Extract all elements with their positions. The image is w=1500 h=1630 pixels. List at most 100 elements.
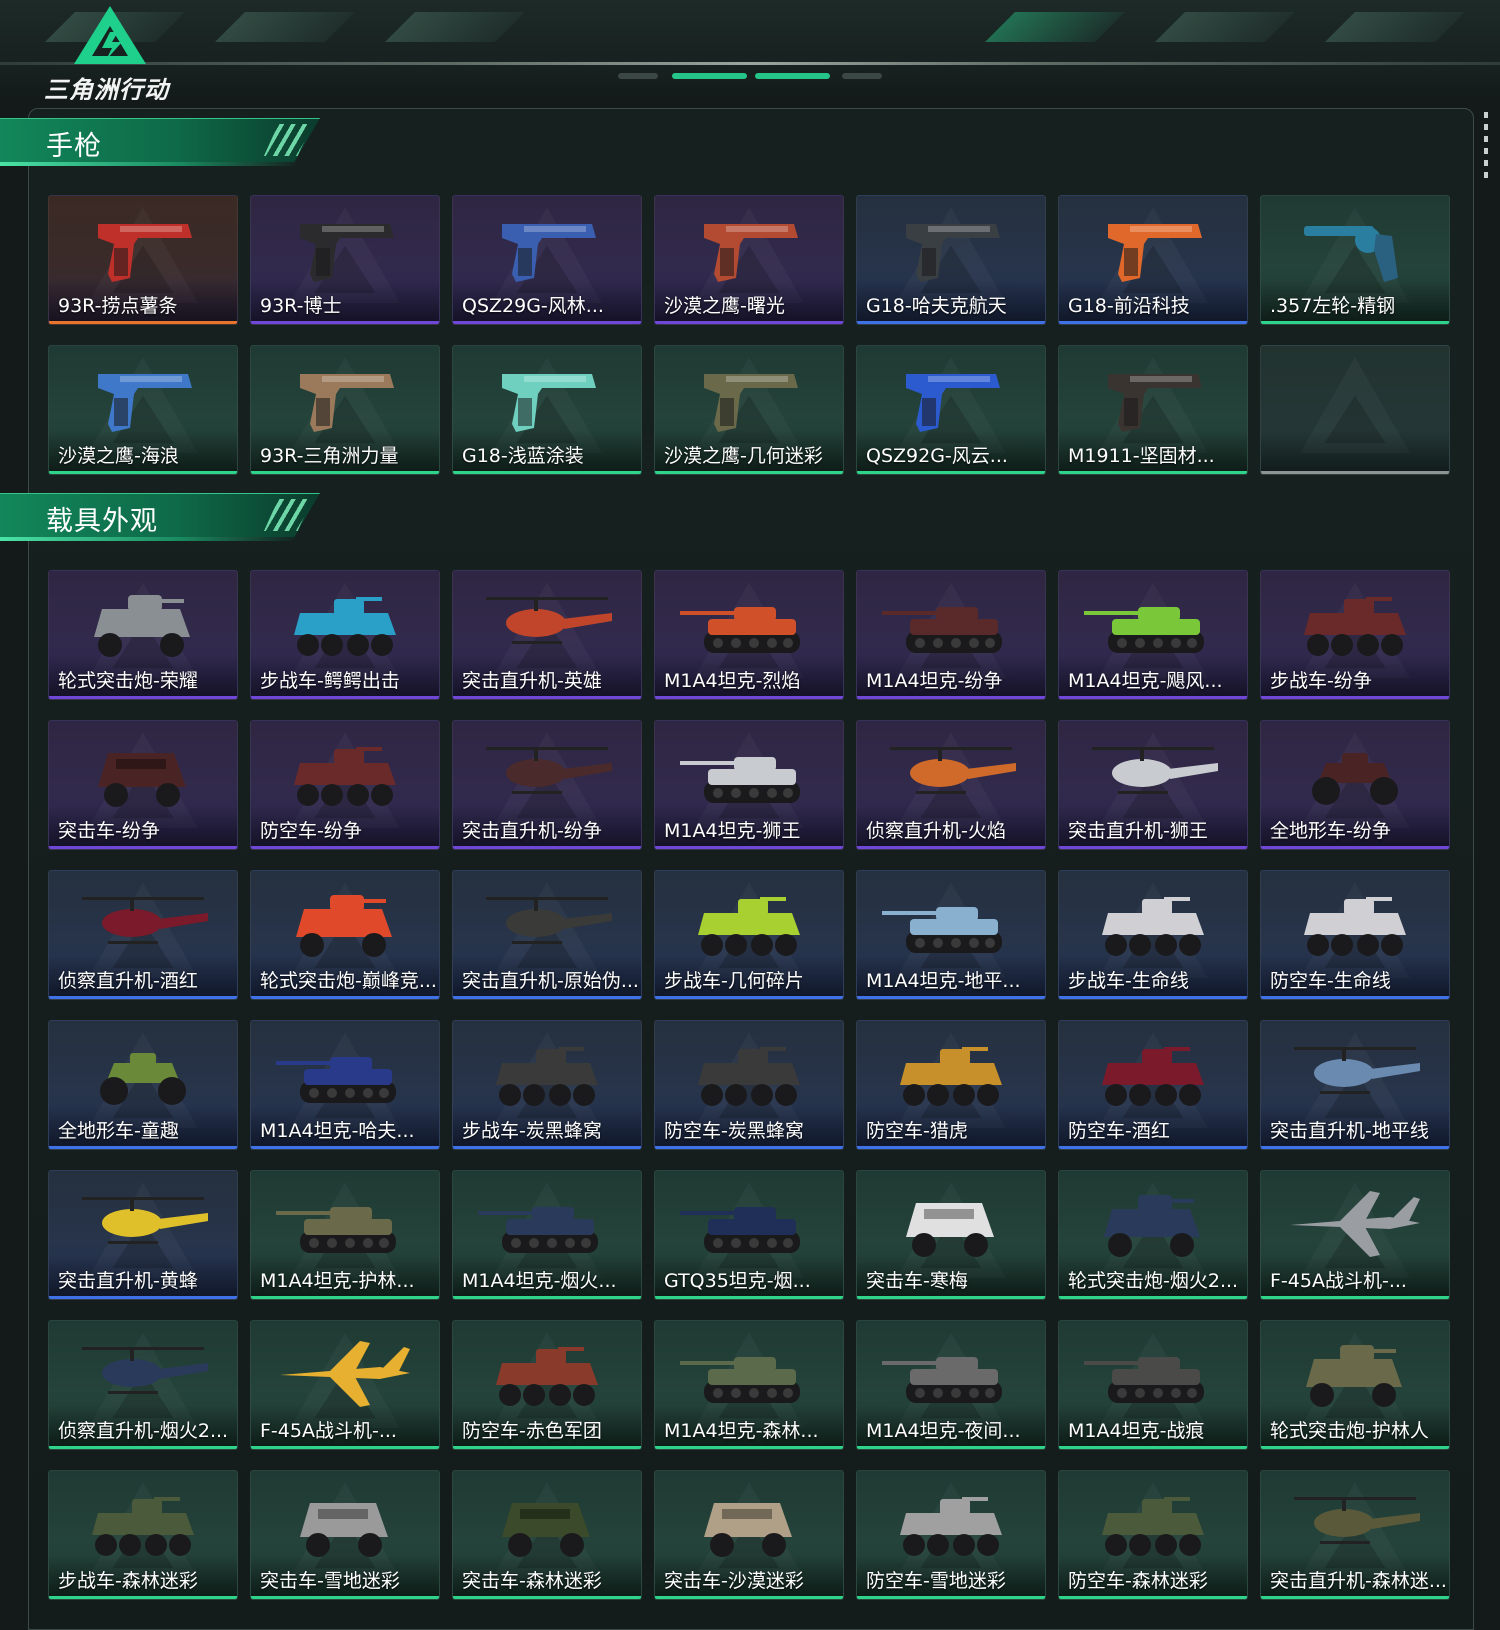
skin-name: 突击直升机-森林迷... <box>1270 1570 1447 1592</box>
rarity-bar <box>1059 471 1247 474</box>
skin-card[interactable]: 轮式突击炮-护林人 <box>1260 1320 1450 1450</box>
skin-card[interactable]: 93R-捞点薯条 <box>48 195 238 325</box>
skin-card[interactable]: 防空车-炭黑蜂窝 <box>654 1020 844 1150</box>
rarity-bar <box>655 996 843 999</box>
skin-card[interactable]: 步战车-生命线 <box>1058 870 1248 1000</box>
skin-name: M1A4坦克-地平... <box>866 970 1021 992</box>
delta-logo-icon <box>74 6 146 64</box>
skin-card[interactable]: 突击车-寒梅 <box>856 1170 1046 1300</box>
header-stripe <box>215 12 355 42</box>
logo-text: 三角洲行动 <box>44 76 169 100</box>
skin-name: 93R-博士 <box>260 295 342 317</box>
skin-card[interactable]: 突击直升机-原始伪... <box>452 870 642 1000</box>
skin-card[interactable]: .357左轮-精钢 <box>1260 195 1450 325</box>
skin-card[interactable]: M1A4坦克-战痕 <box>1058 1320 1248 1450</box>
skin-card[interactable]: F-45A战斗机-... <box>1260 1170 1450 1300</box>
skin-card[interactable]: 防空车-赤色军团 <box>452 1320 642 1450</box>
rarity-bar <box>453 321 641 324</box>
skin-card[interactable]: 全地形车-纷争 <box>1260 720 1450 850</box>
skin-card[interactable]: 步战车-炭黑蜂窝 <box>452 1020 642 1150</box>
rarity-bar <box>857 1446 1045 1449</box>
skin-card[interactable]: 全地形车-童趣 <box>48 1020 238 1150</box>
skin-card[interactable]: 防空车-纷争 <box>250 720 440 850</box>
skin-card[interactable]: QSZ29G-风林... <box>452 195 642 325</box>
skin-card[interactable]: 步战车-森林迷彩 <box>48 1470 238 1600</box>
top-header: 三角洲行动 <box>0 0 1500 100</box>
empty-skin-slot[interactable] <box>1260 345 1450 475</box>
skin-card[interactable]: 突击直升机-英雄 <box>452 570 642 700</box>
skin-card[interactable]: M1A4坦克-护林... <box>250 1170 440 1300</box>
section-title: 载具外观 <box>46 506 158 537</box>
skin-card[interactable]: GTQ35坦克-烟... <box>654 1170 844 1300</box>
skin-name: GTQ35坦克-烟... <box>664 1270 811 1292</box>
skin-card[interactable]: 突击车-纷争 <box>48 720 238 850</box>
skin-card[interactable]: M1A4坦克-烟火... <box>452 1170 642 1300</box>
scrollbar-indicator[interactable] <box>1484 112 1488 178</box>
skin-card[interactable]: M1A4坦克-森林... <box>654 1320 844 1450</box>
skin-card[interactable]: M1A4坦克-地平... <box>856 870 1046 1000</box>
skin-name: M1A4坦克-烟火... <box>462 1270 617 1292</box>
header-segment-active <box>672 73 747 79</box>
rarity-bar <box>1059 321 1247 324</box>
skin-card[interactable]: 沙漠之鹰-几何迷彩 <box>654 345 844 475</box>
skin-name: G18-前沿科技 <box>1068 295 1190 317</box>
skin-card[interactable]: 突击直升机-狮王 <box>1058 720 1248 850</box>
skin-card[interactable]: M1A4坦克-狮王 <box>654 720 844 850</box>
rarity-bar <box>1261 471 1449 474</box>
skin-card[interactable]: QSZ92G-风云... <box>856 345 1046 475</box>
skin-card[interactable]: 防空车-猎虎 <box>856 1020 1046 1150</box>
skin-card[interactable]: M1A4坦克-烈焰 <box>654 570 844 700</box>
skin-card[interactable]: 步战车-纷争 <box>1260 570 1450 700</box>
skin-card[interactable]: 侦察直升机-火焰 <box>856 720 1046 850</box>
skin-card[interactable]: 突击车-雪地迷彩 <box>250 1470 440 1600</box>
rarity-bar <box>49 1446 237 1449</box>
skin-card[interactable]: 突击直升机-黄蜂 <box>48 1170 238 1300</box>
skin-card[interactable]: 93R-三角洲力量 <box>250 345 440 475</box>
skin-card[interactable]: 突击车-沙漠迷彩 <box>654 1470 844 1600</box>
skin-card[interactable]: M1A4坦克-飓风... <box>1058 570 1248 700</box>
skin-card[interactable]: 93R-博士 <box>250 195 440 325</box>
rarity-bar <box>453 1296 641 1299</box>
skin-card[interactable]: 步战车-几何碎片 <box>654 870 844 1000</box>
skin-card[interactable]: 沙漠之鹰-海浪 <box>48 345 238 475</box>
skin-card[interactable]: 突击车-森林迷彩 <box>452 1470 642 1600</box>
skin-name: M1A4坦克-飓风... <box>1068 670 1223 692</box>
skin-name: 步战车-生命线 <box>1068 970 1189 992</box>
skin-card[interactable]: 防空车-生命线 <box>1260 870 1450 1000</box>
skin-card[interactable]: 侦察直升机-酒红 <box>48 870 238 1000</box>
skin-card[interactable]: G18-浅蓝涂装 <box>452 345 642 475</box>
skin-card[interactable]: 轮式突击炮-烟火2... <box>1058 1170 1248 1300</box>
skin-name: 防空车-猎虎 <box>866 1120 968 1142</box>
skin-name: 突击直升机-原始伪... <box>462 970 639 992</box>
skin-name: M1A4坦克-护林... <box>260 1270 415 1292</box>
skin-card[interactable]: M1A4坦克-哈夫... <box>250 1020 440 1150</box>
skin-name: F-45A战斗机-... <box>260 1420 397 1442</box>
skin-card[interactable]: G18-哈夫克航天 <box>856 195 1046 325</box>
skin-card[interactable]: F-45A战斗机-... <box>250 1320 440 1450</box>
skin-name: 防空车-生命线 <box>1270 970 1391 992</box>
skin-card[interactable]: 突击直升机-纷争 <box>452 720 642 850</box>
rarity-bar <box>857 1296 1045 1299</box>
game-logo: 三角洲行动 <box>44 4 184 100</box>
banner-underline <box>0 162 300 166</box>
skin-card[interactable]: 轮式突击炮-巅峰竞... <box>250 870 440 1000</box>
skin-card[interactable]: 突击直升机-森林迷... <box>1260 1470 1450 1600</box>
skin-card[interactable]: 突击直升机-地平线 <box>1260 1020 1450 1150</box>
skin-card[interactable]: 防空车-酒红 <box>1058 1020 1248 1150</box>
skin-card[interactable]: 沙漠之鹰-曙光 <box>654 195 844 325</box>
skin-card[interactable]: M1A4坦克-纷争 <box>856 570 1046 700</box>
skin-card[interactable]: 侦察直升机-烟火2... <box>48 1320 238 1450</box>
header-rail <box>0 62 1500 65</box>
skin-card[interactable]: M1911-坚固材... <box>1058 345 1248 475</box>
skin-card[interactable]: 防空车-雪地迷彩 <box>856 1470 1046 1600</box>
rarity-bar <box>857 1146 1045 1149</box>
rarity-bar <box>251 696 439 699</box>
skin-card[interactable]: 轮式突击炮-荣耀 <box>48 570 238 700</box>
skin-card[interactable]: M1A4坦克-夜间... <box>856 1320 1046 1450</box>
skin-card[interactable]: 防空车-森林迷彩 <box>1058 1470 1248 1600</box>
rarity-bar <box>49 321 237 324</box>
skin-name: 突击直升机-黄蜂 <box>58 1270 198 1292</box>
rarity-bar <box>49 1596 237 1599</box>
skin-card[interactable]: G18-前沿科技 <box>1058 195 1248 325</box>
skin-card[interactable]: 步战车-鳄鳄出击 <box>250 570 440 700</box>
